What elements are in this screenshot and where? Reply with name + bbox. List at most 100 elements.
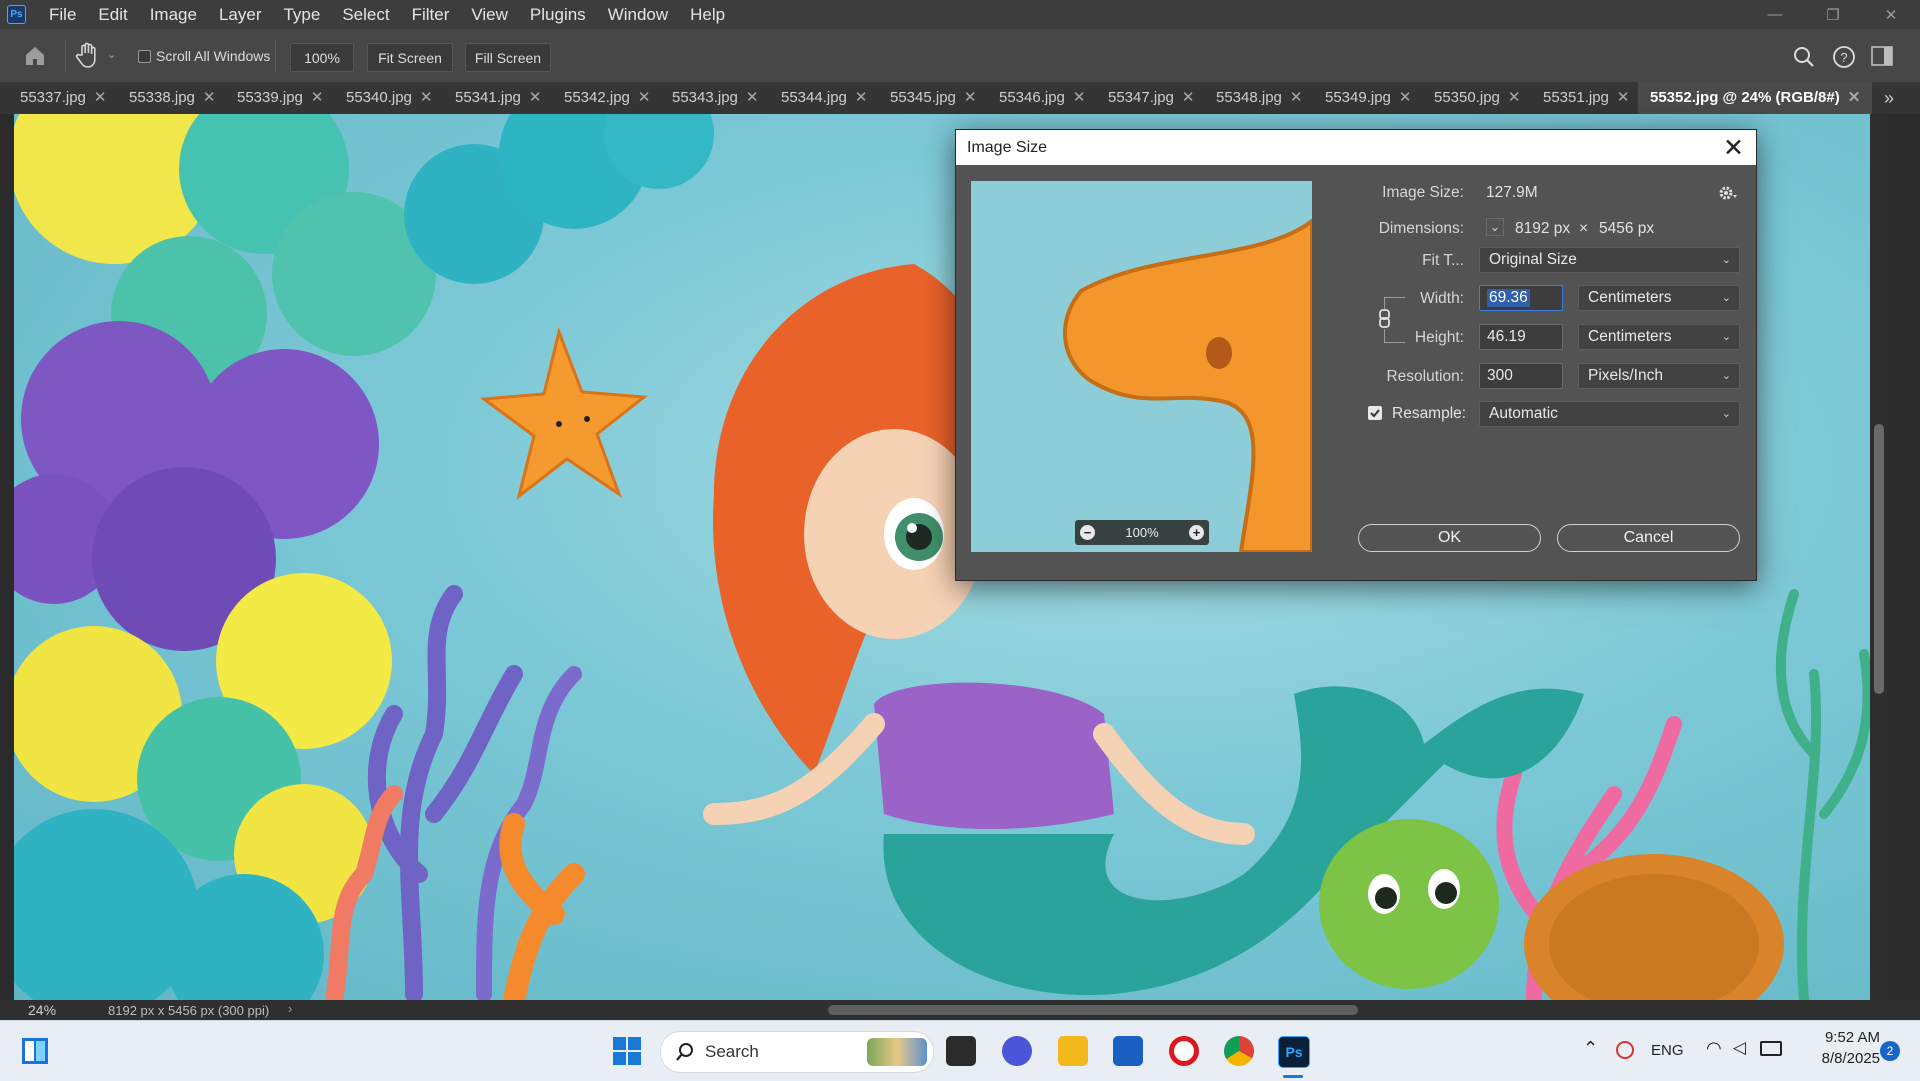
tab-55339[interactable]: 55339.jpg ✕ — [237, 82, 323, 114]
resample-checkbox[interactable] — [1368, 406, 1382, 420]
menu-select[interactable]: Select — [331, 0, 400, 29]
tab-55341[interactable]: 55341.jpg ✕ — [455, 82, 541, 114]
menu-type[interactable]: Type — [272, 0, 331, 29]
scroll-all-windows-checkbox[interactable] — [138, 50, 151, 63]
fit-screen-button[interactable]: Fit Screen — [367, 43, 453, 72]
chevron-up-icon[interactable]: ⌃ — [1583, 1038, 1598, 1059]
tab-55344[interactable]: 55344.jpg ✕ — [781, 82, 867, 114]
width-unit-select[interactable]: Centimeters ⌄ — [1578, 285, 1740, 311]
tab-close-icon[interactable]: ✕ — [1399, 89, 1412, 106]
start-icon[interactable] — [612, 1036, 642, 1066]
tool-preset-chevron-icon[interactable]: ⌄ — [107, 48, 116, 61]
tab-55338[interactable]: 55338.jpg ✕ — [129, 82, 215, 114]
search-icon[interactable] — [1792, 45, 1816, 69]
tab-overflow-button[interactable]: » — [1884, 82, 1894, 114]
height-unit-select[interactable]: Centimeters ⌄ — [1578, 324, 1740, 350]
tab-55345[interactable]: 55345.jpg ✕ — [890, 82, 976, 114]
zoom-level[interactable]: 24% — [28, 1002, 56, 1018]
close-window-button[interactable]: ✕ — [1862, 0, 1920, 29]
link-icon[interactable] — [1378, 309, 1392, 329]
hand-tool-icon[interactable] — [75, 41, 101, 69]
file-explorer-icon[interactable] — [1058, 1036, 1088, 1066]
tab-55347[interactable]: 55347.jpg ✕ — [1108, 82, 1194, 114]
opera-icon[interactable] — [1169, 1036, 1199, 1066]
height-input[interactable]: 46.19 — [1479, 324, 1563, 350]
cancel-button[interactable]: Cancel — [1557, 524, 1740, 552]
menu-image[interactable]: Image — [139, 0, 208, 29]
minimize-button[interactable]: — — [1746, 0, 1804, 29]
tab-close-icon[interactable]: ✕ — [1182, 89, 1195, 106]
menu-window[interactable]: Window — [597, 0, 679, 29]
status-expand-icon[interactable]: › — [288, 1001, 292, 1016]
task-view-icon[interactable] — [946, 1036, 976, 1066]
ok-button[interactable]: OK — [1358, 524, 1541, 552]
dialog-titlebar[interactable]: Image Size ✕ — [956, 130, 1756, 165]
tab-55343[interactable]: 55343.jpg ✕ — [672, 82, 758, 114]
tab-close-icon[interactable]: ✕ — [311, 89, 324, 106]
battery-icon[interactable] — [1760, 1041, 1782, 1056]
scrollbar-thumb[interactable] — [828, 1005, 1358, 1015]
language-indicator[interactable]: ENG — [1651, 1042, 1684, 1059]
widgets-icon[interactable] — [21, 1037, 49, 1065]
menu-help[interactable]: Help — [679, 0, 736, 29]
fill-screen-button[interactable]: Fill Screen — [465, 43, 551, 72]
chrome-icon[interactable] — [1224, 1036, 1254, 1066]
vpn-icon[interactable] — [1616, 1041, 1634, 1059]
tab-55349[interactable]: 55349.jpg ✕ — [1325, 82, 1411, 114]
clock-date[interactable]: 8/8/2025 — [1806, 1050, 1880, 1067]
tab-55340[interactable]: 55340.jpg ✕ — [346, 82, 432, 114]
workspace-icon[interactable] — [1871, 46, 1893, 66]
tab-55337[interactable]: 55337.jpg ✕ — [20, 82, 106, 114]
tab-55351[interactable]: 55351.jpg ✕ — [1543, 82, 1629, 114]
teams-icon[interactable] — [1002, 1036, 1032, 1066]
help-icon[interactable]: ? — [1832, 45, 1856, 69]
store-icon[interactable] — [1113, 1036, 1143, 1066]
clock-time[interactable]: 9:52 AM — [1810, 1029, 1880, 1046]
resolution-unit-select[interactable]: Pixels/Inch ⌄ — [1578, 363, 1740, 389]
wifi-icon[interactable]: ◠ — [1706, 1038, 1722, 1059]
zoom-out-icon[interactable]: − — [1080, 525, 1095, 540]
menu-layer[interactable]: Layer — [208, 0, 273, 29]
menu-filter[interactable]: Filter — [401, 0, 461, 29]
tab-close-icon[interactable]: ✕ — [746, 89, 759, 106]
photoshop-taskbar-icon[interactable]: Ps — [1278, 1036, 1310, 1068]
tab-close-icon[interactable]: ✕ — [855, 89, 868, 106]
tab-55342[interactable]: 55342.jpg ✕ — [564, 82, 650, 114]
restore-button[interactable]: ❐ — [1804, 0, 1862, 29]
tab-close-icon[interactable]: ✕ — [964, 89, 977, 106]
tab-close-icon[interactable]: ✕ — [1848, 89, 1861, 106]
width-input[interactable]: 69.36 — [1479, 285, 1563, 311]
tab-close-icon[interactable]: ✕ — [420, 89, 433, 106]
menu-edit[interactable]: Edit — [87, 0, 138, 29]
dialog-close-button[interactable]: ✕ — [1723, 133, 1744, 163]
gear-icon[interactable] — [1718, 184, 1738, 202]
tab-close-icon[interactable]: ✕ — [638, 89, 651, 106]
tab-close-icon[interactable]: ✕ — [1290, 89, 1303, 106]
dimensions-dropdown-icon[interactable]: ⌄ — [1486, 218, 1504, 236]
tab-close-icon[interactable]: ✕ — [1617, 89, 1630, 106]
home-icon[interactable] — [23, 44, 47, 68]
image-preview[interactable]: − 100% + — [971, 181, 1312, 552]
volume-icon[interactable]: ◁ — [1733, 1038, 1746, 1058]
zoom-100-button[interactable]: 100% — [290, 43, 354, 72]
tab-55350[interactable]: 55350.jpg ✕ — [1434, 82, 1520, 114]
menu-view[interactable]: View — [460, 0, 519, 29]
tab-55348[interactable]: 55348.jpg ✕ — [1216, 82, 1302, 114]
tab-close-icon[interactable]: ✕ — [203, 89, 216, 106]
resample-select[interactable]: Automatic ⌄ — [1479, 401, 1740, 427]
tab-55346[interactable]: 55346.jpg ✕ — [999, 82, 1085, 114]
zoom-in-icon[interactable]: + — [1189, 525, 1204, 540]
scrollbar-thumb[interactable] — [1874, 424, 1884, 694]
resolution-input[interactable]: 300 — [1479, 363, 1563, 389]
vertical-scrollbar[interactable] — [1870, 114, 1888, 1000]
tab-close-icon[interactable]: ✕ — [529, 89, 542, 106]
tab-close-icon[interactable]: ✕ — [94, 89, 107, 106]
notification-badge[interactable]: 2 — [1880, 1041, 1900, 1061]
fit-to-select[interactable]: Original Size ⌄ — [1479, 247, 1740, 273]
tab-close-icon[interactable]: ✕ — [1073, 89, 1086, 106]
tab-55352-active[interactable]: 55352.jpg @ 24% (RGB/8#) ✕ — [1638, 82, 1872, 114]
tab-close-icon[interactable]: ✕ — [1508, 89, 1521, 106]
taskbar-search[interactable]: Search — [660, 1031, 934, 1073]
horizontal-scrollbar[interactable] — [318, 1005, 1888, 1015]
menu-file[interactable]: File — [38, 0, 87, 29]
